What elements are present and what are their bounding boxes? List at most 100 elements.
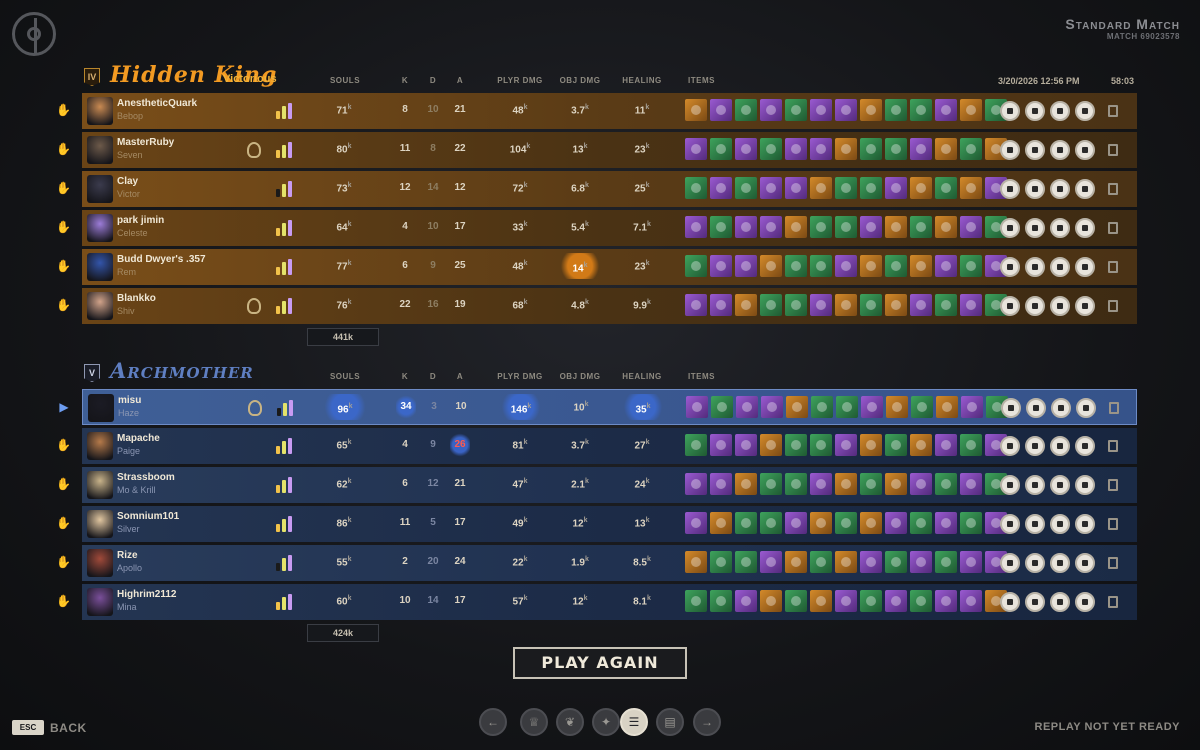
item-icon[interactable] [860,138,882,160]
item-icon[interactable] [960,99,982,121]
item-icon[interactable] [935,294,957,316]
ability-icon[interactable] [1000,296,1020,316]
ability-icon[interactable] [1000,140,1020,160]
copy-build-icon[interactable] [1108,300,1118,312]
ability-icon[interactable] [1025,553,1045,573]
copy-build-icon[interactable] [1108,479,1118,491]
item-icon[interactable] [760,255,782,277]
commend-thumb-icon[interactable]: ✋ [56,220,71,234]
ability-icon[interactable] [1025,296,1045,316]
copy-build-icon[interactable] [1108,105,1118,117]
ability-icon[interactable] [1050,296,1070,316]
ability-icon[interactable] [1050,475,1070,495]
item-icon[interactable] [860,99,882,121]
nav-prev-arrow-icon[interactable]: ← [479,708,507,736]
item-icon[interactable] [710,512,732,534]
nav-build-icon[interactable]: ✦ [592,708,620,736]
item-icon[interactable] [935,590,957,612]
nav-team-icon[interactable]: ❦ [556,708,584,736]
ability-icon[interactable] [1050,101,1070,121]
item-icon[interactable] [935,138,957,160]
ability-icon[interactable] [1075,592,1095,612]
item-icon[interactable] [835,177,857,199]
commend-thumb-icon[interactable]: ✋ [56,298,71,312]
item-icon[interactable] [710,99,732,121]
item-icon[interactable] [910,216,932,238]
item-icon[interactable] [760,177,782,199]
item-icon[interactable] [836,396,858,418]
item-icon[interactable] [760,590,782,612]
player-row[interactable]: ✋ Blankko Shiv 76k 22 16 19 68k 4.8k 9.9k [56,288,1137,324]
commend-thumb-icon[interactable]: ✋ [56,259,71,273]
player-row[interactable]: ✋ MasterRuby Seven 80k 11 8 22 104k 13k 23k [56,132,1137,168]
item-icon[interactable] [961,396,983,418]
item-icon[interactable] [835,216,857,238]
ability-icon[interactable] [1075,140,1095,160]
item-icon[interactable] [960,473,982,495]
play-again-button[interactable]: PLAY AGAIN [513,647,687,679]
item-icon[interactable] [785,138,807,160]
item-icon[interactable] [760,434,782,456]
item-icon[interactable] [911,396,933,418]
player-row[interactable]: ✋ Rize Apollo 55k 2 20 24 22k 1.9k 8.5k [56,545,1137,581]
item-icon[interactable] [735,434,757,456]
item-icon[interactable] [710,434,732,456]
player-row[interactable]: ✋ Budd Dwyer's .357 Rem 77k 6 9 25 48k 14k 23k [56,249,1137,285]
item-icon[interactable] [710,216,732,238]
item-icon[interactable] [736,396,758,418]
item-icon[interactable] [835,99,857,121]
item-icon[interactable] [861,396,883,418]
commend-thumb-icon[interactable]: ✋ [56,181,71,195]
player-row[interactable]: ✋ Strassboom Mo & Krill 62k 6 12 21 47k 2.1k 24k [56,467,1137,503]
item-icon[interactable] [810,99,832,121]
item-icon[interactable] [735,473,757,495]
ability-icon[interactable] [1000,218,1020,238]
copy-build-icon[interactable] [1108,518,1118,530]
item-icon[interactable] [710,177,732,199]
item-icon[interactable] [735,99,757,121]
item-icon[interactable] [935,216,957,238]
item-icon[interactable] [735,590,757,612]
ability-icon[interactable] [1075,553,1095,573]
item-icon[interactable] [760,99,782,121]
item-icon[interactable] [835,473,857,495]
expand-arrow-icon[interactable]: ▶ [57,400,71,414]
player-row[interactable]: ✋ Somnium101 Silver 86k 11 5 17 49k 12k 13k [56,506,1137,542]
player-row[interactable]: ▶ misu Haze 96k 34 3 10 146k 10k 35k [59,389,1137,425]
item-icon[interactable] [860,255,882,277]
item-icon[interactable] [885,294,907,316]
item-icon[interactable] [685,294,707,316]
item-icon[interactable] [710,590,732,612]
item-icon[interactable] [910,590,932,612]
item-icon[interactable] [810,512,832,534]
ability-icon[interactable] [1050,514,1070,534]
ability-icon[interactable] [1075,101,1095,121]
item-icon[interactable] [810,434,832,456]
item-icon[interactable] [810,473,832,495]
commend-thumb-icon[interactable]: ✋ [56,555,71,569]
item-icon[interactable] [786,396,808,418]
item-icon[interactable] [711,396,733,418]
item-icon[interactable] [685,99,707,121]
ability-icon[interactable] [1050,140,1070,160]
item-icon[interactable] [785,177,807,199]
ability-icon[interactable] [1025,257,1045,277]
item-icon[interactable] [785,473,807,495]
item-icon[interactable] [960,138,982,160]
ability-icon[interactable] [1075,436,1095,456]
item-icon[interactable] [735,177,757,199]
item-icon[interactable] [735,216,757,238]
item-icon[interactable] [785,216,807,238]
ability-icon[interactable] [1050,436,1070,456]
item-icon[interactable] [835,590,857,612]
nav-stats-chart-icon[interactable]: ▤ [656,708,684,736]
item-icon[interactable] [760,512,782,534]
commend-thumb-icon[interactable]: ✋ [56,142,71,156]
item-icon[interactable] [685,216,707,238]
item-icon[interactable] [960,590,982,612]
ability-icon[interactable] [1075,179,1095,199]
item-icon[interactable] [710,473,732,495]
nav-scoreboard-icon[interactable]: ☰ [620,708,648,736]
ability-icon[interactable] [1025,436,1045,456]
item-icon[interactable] [810,138,832,160]
